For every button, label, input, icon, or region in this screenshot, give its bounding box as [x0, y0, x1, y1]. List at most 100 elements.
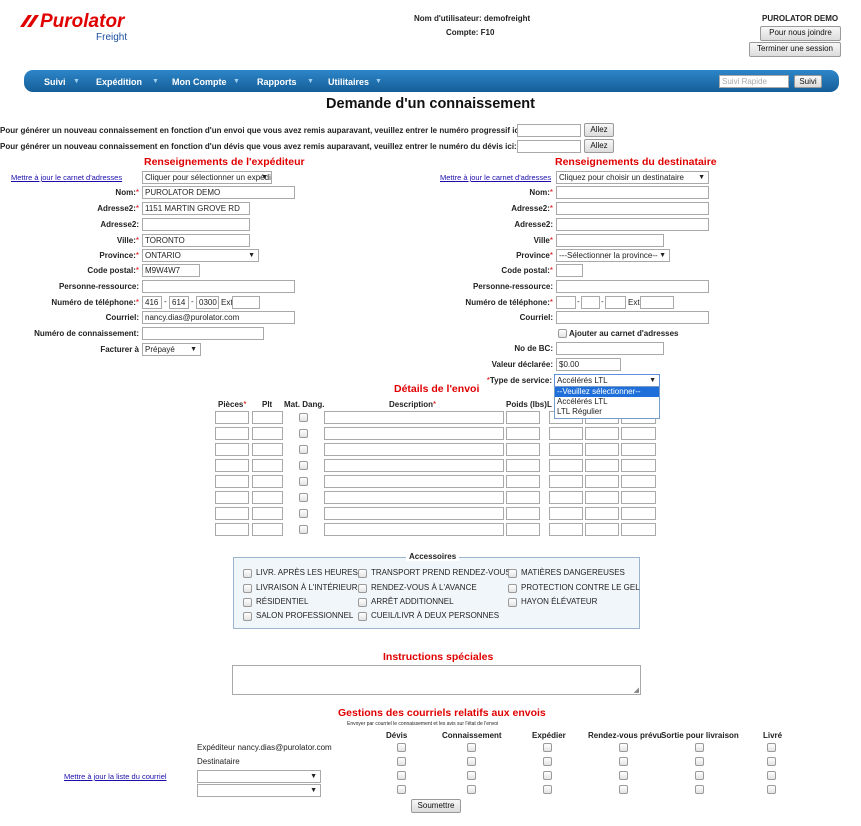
shipment-cell-input[interactable]: [585, 523, 619, 536]
consignee-contact-input[interactable]: [556, 280, 709, 293]
consignee-address1-input[interactable]: [556, 202, 709, 215]
acc-extra-stop-checkbox[interactable]: [358, 598, 367, 607]
service-option-expedited[interactable]: Accélérés LTL: [555, 397, 659, 407]
shipment-cell-input[interactable]: [506, 427, 540, 440]
email-notify-checkbox[interactable]: [397, 743, 406, 752]
contact-button[interactable]: Pour nous joindre: [760, 26, 841, 41]
shipper-address-select[interactable]: Cliquer pour sélectionner un expéditeur ▼: [142, 171, 272, 184]
shipper-province-select[interactable]: ONTARIO ▼: [142, 249, 259, 262]
po-number-input[interactable]: [556, 342, 664, 355]
shipment-cell-input[interactable]: [585, 427, 619, 440]
shipment-cell-input[interactable]: [549, 427, 583, 440]
acc-inside-delivery-checkbox[interactable]: [243, 584, 252, 593]
special-instructions-textarea[interactable]: ◢: [232, 665, 641, 695]
acc-advance-appt-checkbox[interactable]: [358, 584, 367, 593]
add-to-address-book-checkbox[interactable]: [558, 329, 567, 338]
email-notify-checkbox[interactable]: [397, 757, 406, 766]
consignee-province-select[interactable]: ---Sélectionner la province-- ▼: [556, 249, 670, 262]
shipper-phone-area[interactable]: 416: [142, 296, 162, 309]
shipment-cell-input[interactable]: [549, 475, 583, 488]
email-notify-checkbox[interactable]: [619, 757, 628, 766]
shipper-email-input[interactable]: nancy.dias@purolator.com: [142, 311, 295, 324]
shipment-cell-input[interactable]: [215, 475, 249, 488]
shipper-address1-input[interactable]: 1151 MARTIN GROVE RD: [142, 202, 250, 215]
shipper-address2-input[interactable]: [142, 218, 250, 231]
shipment-cell-input[interactable]: [252, 459, 283, 472]
shipment-cell-input[interactable]: [252, 443, 283, 456]
shipment-cell-input[interactable]: [506, 443, 540, 456]
email-notify-checkbox[interactable]: [397, 771, 406, 780]
hazmat-checkbox[interactable]: [299, 477, 308, 486]
consignee-phone-area[interactable]: [556, 296, 576, 309]
shipper-address-book-link[interactable]: Mettre à jour le carnet d'adresses: [11, 173, 122, 182]
shipment-cell-input[interactable]: [324, 411, 504, 424]
shipment-cell-input[interactable]: [549, 523, 583, 536]
shipment-cell-input[interactable]: [585, 459, 619, 472]
shipment-cell-input[interactable]: [324, 523, 504, 536]
acc-tailgate-checkbox[interactable]: [508, 598, 517, 607]
acc-carrier-appt-checkbox[interactable]: [358, 569, 367, 578]
go-button-2[interactable]: Allez: [584, 139, 614, 153]
email-notify-checkbox[interactable]: [619, 785, 628, 794]
email-notify-checkbox[interactable]: [767, 757, 776, 766]
consignee-phone-prefix[interactable]: [581, 296, 600, 309]
shipper-city-input[interactable]: TORONTO: [142, 234, 250, 247]
shipment-cell-input[interactable]: [585, 507, 619, 520]
nav-utilitaires[interactable]: Utilitaires: [328, 77, 369, 87]
email-notify-checkbox[interactable]: [467, 757, 476, 766]
email-notify-checkbox[interactable]: [467, 785, 476, 794]
acc-after-hours-checkbox[interactable]: [243, 569, 252, 578]
email-notify-checkbox[interactable]: [695, 743, 704, 752]
service-option-regular[interactable]: LTL Régulier: [555, 407, 659, 417]
submit-button[interactable]: Soumettre: [411, 799, 461, 813]
email-notify-checkbox[interactable]: [619, 771, 628, 780]
shipment-cell-input[interactable]: [506, 411, 540, 424]
quote-number-input[interactable]: [517, 140, 581, 153]
shipment-cell-input[interactable]: [621, 491, 656, 504]
shipment-cell-input[interactable]: [252, 523, 283, 536]
shipment-cell-input[interactable]: [252, 491, 283, 504]
email-list-select-2[interactable]: ▼: [197, 784, 321, 797]
consignee-postal-input[interactable]: [556, 264, 583, 277]
email-notify-checkbox[interactable]: [619, 743, 628, 752]
consignee-email-input[interactable]: [556, 311, 709, 324]
shipment-cell-input[interactable]: [324, 427, 504, 440]
hazmat-checkbox[interactable]: [299, 525, 308, 534]
shipper-postal-input[interactable]: M9W4W7: [142, 264, 200, 277]
email-notify-checkbox[interactable]: [543, 785, 552, 794]
nav-expedition[interactable]: Expédition: [96, 77, 142, 87]
consignee-phone-line[interactable]: [605, 296, 626, 309]
email-notify-checkbox[interactable]: [767, 743, 776, 752]
shipment-cell-input[interactable]: [621, 507, 656, 520]
shipment-cell-input[interactable]: [549, 507, 583, 520]
shipment-cell-input[interactable]: [585, 475, 619, 488]
email-notify-checkbox[interactable]: [467, 771, 476, 780]
email-notify-checkbox[interactable]: [397, 785, 406, 794]
email-notify-checkbox[interactable]: [543, 771, 552, 780]
shipment-cell-input[interactable]: [215, 459, 249, 472]
hazmat-checkbox[interactable]: [299, 445, 308, 454]
acc-dangerous-goods-checkbox[interactable]: [508, 569, 517, 578]
shipment-cell-input[interactable]: [215, 443, 249, 456]
email-notify-checkbox[interactable]: [767, 771, 776, 780]
shipment-cell-input[interactable]: [324, 443, 504, 456]
shipment-cell-input[interactable]: [215, 491, 249, 504]
hazmat-checkbox[interactable]: [299, 461, 308, 470]
acc-residential-checkbox[interactable]: [243, 598, 252, 607]
shipment-cell-input[interactable]: [621, 459, 656, 472]
shipment-cell-input[interactable]: [621, 475, 656, 488]
shipment-cell-input[interactable]: [506, 491, 540, 504]
shipper-name-input[interactable]: PUROLATOR DEMO: [142, 186, 295, 199]
shipment-cell-input[interactable]: [215, 411, 249, 424]
nav-suivi[interactable]: Suivi: [44, 77, 66, 87]
bol-number-input[interactable]: [142, 327, 264, 340]
go-button-1[interactable]: Allez: [584, 123, 614, 137]
shipment-cell-input[interactable]: [506, 523, 540, 536]
email-notify-checkbox[interactable]: [695, 785, 704, 794]
shipment-cell-input[interactable]: [621, 427, 656, 440]
acc-trade-show-checkbox[interactable]: [243, 612, 252, 621]
shipment-cell-input[interactable]: [252, 507, 283, 520]
logout-button[interactable]: Terminer une session: [749, 42, 841, 57]
shipment-cell-input[interactable]: [324, 475, 504, 488]
acc-two-person-checkbox[interactable]: [358, 612, 367, 621]
